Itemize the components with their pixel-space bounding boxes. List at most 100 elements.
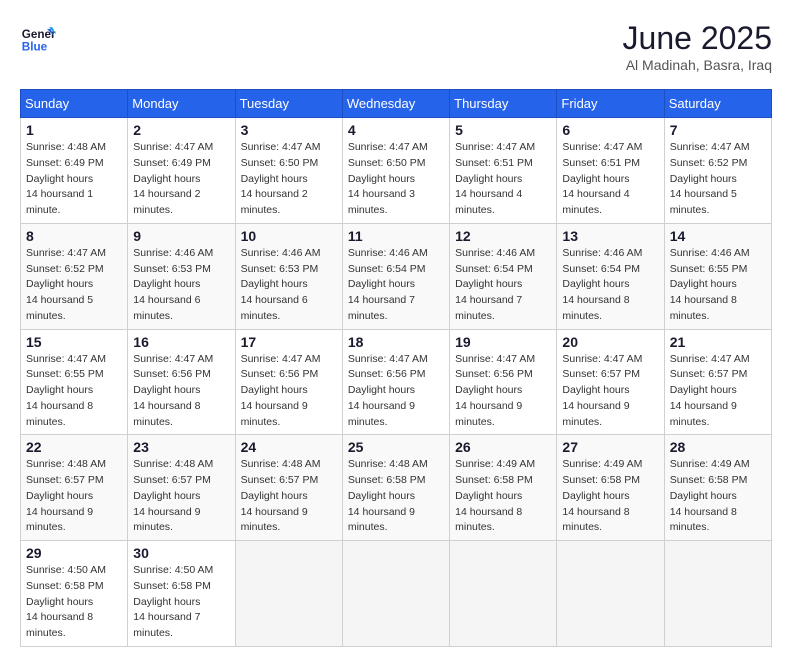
calendar-cell: 18 Sunrise: 4:47 AMSunset: 6:56 PMDayligh… bbox=[342, 329, 449, 435]
day-info: Sunrise: 4:47 AMSunset: 6:52 PMDaylight … bbox=[670, 140, 766, 219]
day-number: 15 bbox=[26, 334, 122, 350]
day-info: Sunrise: 4:49 AMSunset: 6:58 PMDaylight … bbox=[562, 457, 658, 536]
calendar-cell: 10 Sunrise: 4:46 AMSunset: 6:53 PMDayligh… bbox=[235, 223, 342, 329]
calendar-cell: 6Sunrise: 4:47 AMSunset: 6:51 PMDaylight… bbox=[557, 118, 664, 224]
calendar-cell bbox=[664, 541, 771, 647]
day-info: Sunrise: 4:47 AMSunset: 6:55 PMDaylight … bbox=[26, 352, 122, 431]
day-number: 19 bbox=[455, 334, 551, 350]
calendar-cell: 27 Sunrise: 4:49 AMSunset: 6:58 PMDayligh… bbox=[557, 435, 664, 541]
day-number: 23 bbox=[133, 439, 229, 455]
calendar-table: SundayMondayTuesdayWednesdayThursdayFrid… bbox=[20, 89, 772, 647]
day-info: Sunrise: 4:47 AMSunset: 6:57 PMDaylight … bbox=[562, 352, 658, 431]
calendar-cell: 21Sunrise: 4:47 AMSunset: 6:57 PMDayligh… bbox=[664, 329, 771, 435]
day-info: Sunrise: 4:47 AMSunset: 6:52 PMDaylight … bbox=[26, 246, 122, 325]
calendar-cell: 26 Sunrise: 4:49 AMSunset: 6:58 PMDayligh… bbox=[450, 435, 557, 541]
calendar-cell bbox=[450, 541, 557, 647]
day-info: Sunrise: 4:47 AMSunset: 6:50 PMDaylight … bbox=[241, 140, 337, 219]
calendar-week-row: 15 Sunrise: 4:47 AMSunset: 6:55 PMDayligh… bbox=[21, 329, 772, 435]
day-info: Sunrise: 4:46 AMSunset: 6:54 PMDaylight … bbox=[455, 246, 551, 325]
day-info: Sunrise: 4:46 AMSunset: 6:54 PMDaylight … bbox=[562, 246, 658, 325]
calendar-cell: 5 Sunrise: 4:47 AMSunset: 6:51 PMDaylight… bbox=[450, 118, 557, 224]
day-number: 24 bbox=[241, 439, 337, 455]
day-number: 18 bbox=[348, 334, 444, 350]
day-number: 20 bbox=[562, 334, 658, 350]
calendar-cell: 23Sunrise: 4:48 AMSunset: 6:57 PMDayligh… bbox=[128, 435, 235, 541]
day-info: Sunrise: 4:47 AMSunset: 6:49 PMDaylight … bbox=[133, 140, 229, 219]
day-info: Sunrise: 4:47 AMSunset: 6:56 PMDaylight … bbox=[455, 352, 551, 431]
calendar-cell: 30Sunrise: 4:50 AMSunset: 6:58 PMDayligh… bbox=[128, 541, 235, 647]
day-info: Sunrise: 4:46 AMSunset: 6:53 PMDaylight … bbox=[133, 246, 229, 325]
day-number: 7 bbox=[670, 122, 766, 138]
calendar-cell: 24 Sunrise: 4:48 AMSunset: 6:57 PMDayligh… bbox=[235, 435, 342, 541]
calendar-cell: 16 Sunrise: 4:47 AMSunset: 6:56 PMDayligh… bbox=[128, 329, 235, 435]
day-number: 16 bbox=[133, 334, 229, 350]
day-info: Sunrise: 4:47 AMSunset: 6:56 PMDaylight … bbox=[241, 352, 337, 431]
calendar-cell: 1 Sunrise: 4:48 AMSunset: 6:49 PMDaylight… bbox=[21, 118, 128, 224]
calendar-cell: 2 Sunrise: 4:47 AMSunset: 6:49 PMDaylight… bbox=[128, 118, 235, 224]
calendar-cell: 22 Sunrise: 4:48 AMSunset: 6:57 PMDayligh… bbox=[21, 435, 128, 541]
day-info: Sunrise: 4:49 AMSunset: 6:58 PMDaylight … bbox=[455, 457, 551, 536]
day-info: Sunrise: 4:47 AMSunset: 6:56 PMDaylight … bbox=[348, 352, 444, 431]
day-number: 6 bbox=[562, 122, 658, 138]
day-number: 26 bbox=[455, 439, 551, 455]
day-info: Sunrise: 4:50 AMSunset: 6:58 PMDaylight … bbox=[133, 563, 229, 642]
calendar-cell: 15 Sunrise: 4:47 AMSunset: 6:55 PMDayligh… bbox=[21, 329, 128, 435]
day-number: 22 bbox=[26, 439, 122, 455]
day-number: 11 bbox=[348, 228, 444, 244]
day-number: 4 bbox=[348, 122, 444, 138]
day-info: Sunrise: 4:48 AMSunset: 6:57 PMDaylight … bbox=[241, 457, 337, 536]
day-info: Sunrise: 4:48 AMSunset: 6:49 PMDaylight … bbox=[26, 140, 122, 219]
calendar-cell: 19 Sunrise: 4:47 AMSunset: 6:56 PMDayligh… bbox=[450, 329, 557, 435]
month-title: June 2025 bbox=[623, 20, 772, 57]
weekday-header: Sunday bbox=[21, 90, 128, 118]
calendar-header-row: SundayMondayTuesdayWednesdayThursdayFrid… bbox=[21, 90, 772, 118]
logo-icon: General Blue bbox=[20, 20, 56, 56]
day-number: 27 bbox=[562, 439, 658, 455]
calendar-week-row: 8 Sunrise: 4:47 AMSunset: 6:52 PMDaylight… bbox=[21, 223, 772, 329]
day-number: 25 bbox=[348, 439, 444, 455]
day-number: 12 bbox=[455, 228, 551, 244]
day-number: 17 bbox=[241, 334, 337, 350]
calendar-cell: 29 Sunrise: 4:50 AMSunset: 6:58 PMDayligh… bbox=[21, 541, 128, 647]
calendar-cell: 20 Sunrise: 4:47 AMSunset: 6:57 PMDayligh… bbox=[557, 329, 664, 435]
day-info: Sunrise: 4:46 AMSunset: 6:53 PMDaylight … bbox=[241, 246, 337, 325]
calendar-week-row: 1 Sunrise: 4:48 AMSunset: 6:49 PMDaylight… bbox=[21, 118, 772, 224]
day-info: Sunrise: 4:47 AMSunset: 6:50 PMDaylight … bbox=[348, 140, 444, 219]
day-number: 9 bbox=[133, 228, 229, 244]
day-number: 1 bbox=[26, 122, 122, 138]
svg-text:Blue: Blue bbox=[22, 41, 48, 54]
day-info: Sunrise: 4:47 AMSunset: 6:51 PMDaylight … bbox=[455, 140, 551, 219]
calendar-cell: 17 Sunrise: 4:47 AMSunset: 6:56 PMDayligh… bbox=[235, 329, 342, 435]
calendar-cell: 3 Sunrise: 4:47 AMSunset: 6:50 PMDaylight… bbox=[235, 118, 342, 224]
weekday-header: Friday bbox=[557, 90, 664, 118]
day-info: Sunrise: 4:49 AMSunset: 6:58 PMDaylight … bbox=[670, 457, 766, 536]
weekday-header: Saturday bbox=[664, 90, 771, 118]
calendar-cell: 25Sunrise: 4:48 AMSunset: 6:58 PMDayligh… bbox=[342, 435, 449, 541]
day-number: 29 bbox=[26, 545, 122, 561]
day-number: 8 bbox=[26, 228, 122, 244]
day-number: 2 bbox=[133, 122, 229, 138]
calendar-cell: 4 Sunrise: 4:47 AMSunset: 6:50 PMDaylight… bbox=[342, 118, 449, 224]
day-info: Sunrise: 4:47 AMSunset: 6:56 PMDaylight … bbox=[133, 352, 229, 431]
day-number: 5 bbox=[455, 122, 551, 138]
day-number: 10 bbox=[241, 228, 337, 244]
day-info: Sunrise: 4:48 AMSunset: 6:57 PMDaylight … bbox=[26, 457, 122, 536]
day-info: Sunrise: 4:50 AMSunset: 6:58 PMDaylight … bbox=[26, 563, 122, 642]
weekday-header: Monday bbox=[128, 90, 235, 118]
day-number: 21 bbox=[670, 334, 766, 350]
calendar-cell: 14 Sunrise: 4:46 AMSunset: 6:55 PMDayligh… bbox=[664, 223, 771, 329]
day-info: Sunrise: 4:46 AMSunset: 6:55 PMDaylight … bbox=[670, 246, 766, 325]
calendar-cell: 9 Sunrise: 4:46 AMSunset: 6:53 PMDaylight… bbox=[128, 223, 235, 329]
title-block: June 2025 Al Madinah, Basra, Iraq bbox=[623, 20, 772, 73]
calendar-cell: 8 Sunrise: 4:47 AMSunset: 6:52 PMDaylight… bbox=[21, 223, 128, 329]
calendar-cell bbox=[342, 541, 449, 647]
day-number: 14 bbox=[670, 228, 766, 244]
calendar-cell bbox=[235, 541, 342, 647]
calendar-week-row: 29 Sunrise: 4:50 AMSunset: 6:58 PMDayligh… bbox=[21, 541, 772, 647]
calendar-cell: 12 Sunrise: 4:46 AMSunset: 6:54 PMDayligh… bbox=[450, 223, 557, 329]
day-number: 3 bbox=[241, 122, 337, 138]
weekday-header: Tuesday bbox=[235, 90, 342, 118]
calendar-cell: 13Sunrise: 4:46 AMSunset: 6:54 PMDayligh… bbox=[557, 223, 664, 329]
weekday-header: Wednesday bbox=[342, 90, 449, 118]
logo: General Blue bbox=[20, 20, 56, 56]
